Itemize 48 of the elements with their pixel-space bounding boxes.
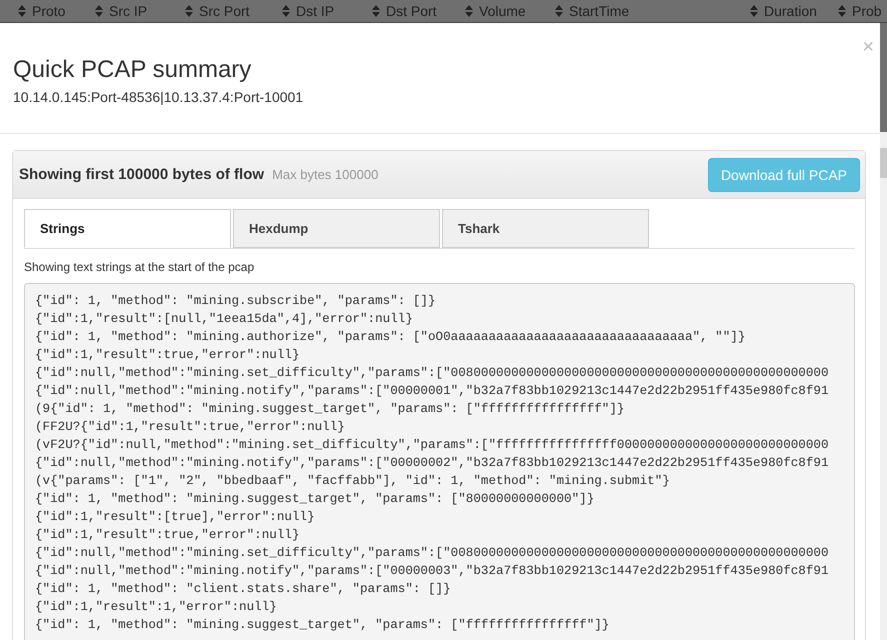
strings-line: {"id":null,"method":"mining.set_difficulty","params":["00800000000000000000000000000000000000000000000000 <box>35 545 830 562</box>
strings-line: {"id":null,"method":"mining.notify","params":["00000001","b32a7f83bb1029213c1447e2d22b2951ff435e980fc8f91 <box>35 383 830 400</box>
flow-subtitle: 10.14.0.145:Port-48536|10.13.37.4:Port-10001 <box>13 89 304 105</box>
strings-line: {"id": 1, "method": "mining.subscribe", "params": []} <box>35 293 437 310</box>
strings-line: {"id":null,"method":"mining.notify","params":["00000002","b32a7f83bb1029213c1447e2d22b2951ff435e980fc8f91 <box>35 455 830 472</box>
column-header[interactable]: Volume <box>479 3 526 19</box>
strings-line: {"id":1,"result":[null,"1eea15da",4],"error":null} <box>35 311 414 328</box>
tab[interactable]: Strings <box>24 209 231 248</box>
download-button[interactable]: Download full PCAP <box>708 158 860 192</box>
strings-line: {"id": 1, "method": "mining.authorize", "params": ["oO0aaaaaaaaaaaaaaaaaaaaaaaaaaaaaaaa", ""]} <box>35 329 746 346</box>
column-header[interactable]: Dst IP <box>296 3 334 19</box>
strings-line: (vF2U?{"id":null,"method":"mining.set_difficulty","params":["ffffffffffffffff0000000000000000000000000000 <box>35 437 830 454</box>
column-header[interactable]: Duration <box>764 3 817 19</box>
sort-icon[interactable] <box>750 5 758 17</box>
strings-line: (9{"id": 1, "method": "mining.suggest_target", "params": ["ffffffffffffffff"]} <box>35 401 626 418</box>
strings-line: {"id":null,"method":"mining.set_difficulty","params":["00800000000000000000000000000000000000000000000000 <box>35 365 830 382</box>
column-header[interactable]: Dst Port <box>386 3 437 19</box>
strings-line: {"id":1,"result":[true],"error":null} <box>35 509 316 526</box>
sort-icon[interactable] <box>185 5 193 17</box>
modal-title: Quick PCAP summary <box>13 55 252 85</box>
strings-line: {"id":1,"result":1,"error":null} <box>35 599 278 616</box>
sort-icon[interactable] <box>18 5 26 17</box>
strings-line: {"id":1,"result":true,"error":null} <box>35 527 301 544</box>
column-header[interactable]: Prob <box>852 3 882 19</box>
strings-line: {"id":1,"result":true,"error":null} <box>35 347 301 364</box>
column-header[interactable]: Src Port <box>199 3 250 19</box>
strings-line: (FF2U?{"id":1,"result":true,"error":null} <box>35 419 346 436</box>
strings-line: (v{"params": ["1", "2", "bbedbaaf", "facffabb"], "id": 1, "method": "mining.submit"} <box>35 473 671 490</box>
strings-line: {"id": 1, "method": "client.stats.share", "params": []} <box>35 581 452 598</box>
tab[interactable]: Tshark <box>442 209 649 248</box>
close-button[interactable]: × <box>862 37 874 57</box>
column-header[interactable]: Src IP <box>109 3 148 19</box>
panel-heading: Showing first 100000 bytes of flow <box>19 166 264 183</box>
scrollbar[interactable] <box>880 132 887 640</box>
sort-icon[interactable] <box>555 5 563 17</box>
sort-icon[interactable] <box>465 5 473 17</box>
sort-icon[interactable] <box>838 5 846 17</box>
column-header[interactable]: StartTime <box>569 3 630 19</box>
sort-icon[interactable] <box>282 5 290 17</box>
description-text: Showing text strings at the start of the pcap <box>24 260 256 274</box>
sort-icon[interactable] <box>372 5 380 17</box>
sort-icon[interactable] <box>95 5 103 17</box>
strings-line: {"id": 1, "method": "mining.suggest_target", "params": ["ffffffffffffffff"]} <box>35 617 610 634</box>
column-header[interactable]: Proto <box>32 3 66 19</box>
strings-line: {"id":null,"method":"mining.notify","params":["00000003","b32a7f83bb1029213c1447e2d22b2951ff435e980fc8f91 <box>35 563 830 580</box>
tab[interactable]: Hexdump <box>233 209 440 248</box>
max-bytes-note: Max bytes 100000 <box>272 167 378 182</box>
strings-line: {"id": 1, "method": "mining.suggest_target", "params": ["80000000000000"]} <box>35 491 596 508</box>
